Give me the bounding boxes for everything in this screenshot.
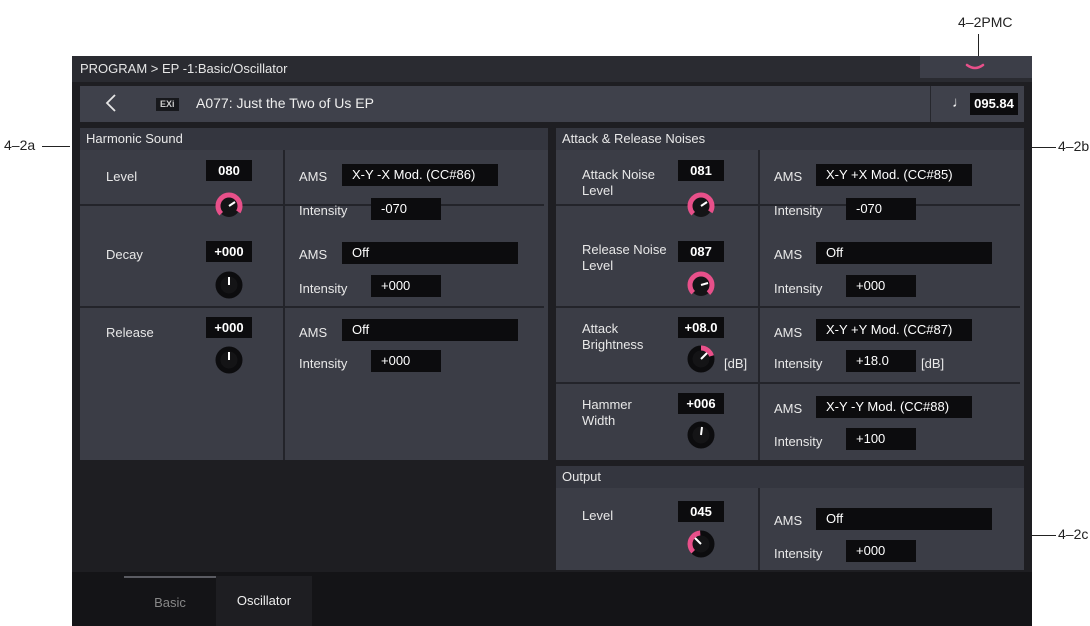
level-label: Level: [106, 169, 138, 184]
release-noise-level-label: Release Noise Level: [582, 242, 667, 273]
attack-noise-intensity-label: Intensity: [774, 203, 823, 218]
decay-intensity-value[interactable]: +000: [371, 275, 441, 297]
harmonic-col-divider: [283, 150, 285, 460]
release-ams-label: AMS: [299, 325, 328, 340]
hammer-width-ams-label: AMS: [774, 401, 803, 416]
knob-icon[interactable]: [684, 527, 718, 561]
callout-4-2b-line: [1032, 147, 1056, 148]
decay-intensity-label: Intensity: [299, 281, 348, 296]
noises-header: Attack & Release Noises: [556, 128, 1024, 150]
program-name[interactable]: A077: Just the Two of Us EP: [196, 95, 374, 111]
knob-icon[interactable]: [684, 268, 718, 302]
level-intensity-label: Intensity: [299, 203, 348, 218]
attack-brightness-intensity-unit: [dB]: [921, 356, 945, 371]
output-header: Output: [556, 466, 1024, 488]
attack-brightness-intensity-value[interactable]: +18.0: [846, 350, 916, 372]
output-ams-label: AMS: [774, 513, 803, 528]
noises-row-divider: [556, 382, 1020, 384]
tab-oscillator[interactable]: Oscillator: [216, 576, 312, 626]
program-select-bar: EXi A077: Just the Two of Us EP ♩ 095.84: [80, 86, 1024, 122]
back-button[interactable]: [104, 92, 118, 117]
callout-4-2c-line: [1030, 535, 1056, 536]
attack-noise-level-label: Attack Noise Level: [582, 167, 655, 198]
noises-col-divider: [758, 150, 760, 460]
chevron-down-icon: [965, 63, 985, 70]
release-ams-source[interactable]: Off: [342, 319, 518, 341]
callout-4-2a-line: [42, 146, 70, 147]
hammer-width-intensity-value[interactable]: +100: [846, 428, 916, 450]
release-label: Release: [106, 325, 154, 340]
attack-brightness-value[interactable]: +08.0: [678, 317, 724, 338]
harmonic-row-divider: [80, 306, 544, 308]
output-intensity-label: Intensity: [774, 546, 823, 561]
callout-4-2c: 4–2c: [1058, 526, 1089, 542]
harmonic-sound-panel: [80, 150, 548, 460]
callout-pmc-line: [978, 34, 979, 58]
attack-brightness-intensity-label: Intensity: [774, 356, 823, 371]
attack-noise-intensity-value[interactable]: -070: [846, 198, 916, 220]
attack-noise-ams-source[interactable]: X-Y +X Mod. (CC#85): [816, 164, 972, 186]
quarter-note-icon: ♩: [952, 94, 967, 111]
program-screen: PROGRAM > EP -1:Basic/Oscillator EXi A07…: [72, 56, 1032, 626]
knob-icon[interactable]: [684, 342, 718, 376]
program-type-badge: EXi: [156, 98, 179, 111]
hammer-width-value[interactable]: +006: [678, 393, 724, 414]
callout-pmc: 4–2PMC: [958, 14, 1013, 30]
knob-icon[interactable]: [212, 343, 246, 377]
release-value[interactable]: +000: [206, 317, 252, 338]
decay-ams-source[interactable]: Off: [342, 242, 518, 264]
noises-row-divider: [556, 306, 1020, 308]
attack-noise-ams-label: AMS: [774, 169, 803, 184]
tab-basic[interactable]: Basic: [124, 576, 216, 626]
harmonic-sound-header: Harmonic Sound: [80, 128, 548, 150]
level-ams-label: AMS: [299, 169, 328, 184]
level-value[interactable]: 080: [206, 160, 252, 181]
release-noise-ams-source[interactable]: Off: [816, 242, 992, 264]
breadcrumb: PROGRAM > EP -1:Basic/Oscillator: [80, 61, 288, 76]
output-col-divider: [758, 488, 760, 570]
release-noise-intensity-label: Intensity: [774, 281, 823, 296]
pmc-button[interactable]: [920, 56, 1032, 78]
decay-ams-label: AMS: [299, 247, 328, 262]
tempo-value[interactable]: 095.84: [970, 93, 1018, 115]
output-title: Output: [562, 469, 602, 484]
tempo-divider: [930, 86, 931, 122]
decay-value[interactable]: +000: [206, 241, 252, 262]
output-ams-source[interactable]: Off: [816, 508, 992, 530]
title-bar: PROGRAM > EP -1:Basic/Oscillator: [72, 56, 1032, 82]
attack-brightness-unit: [dB]: [724, 356, 748, 371]
page-tab-bar: Basic Oscillator: [72, 572, 1032, 626]
knob-icon[interactable]: [212, 268, 246, 302]
release-intensity-value[interactable]: +000: [371, 350, 441, 372]
decay-label: Decay: [106, 247, 143, 262]
release-noise-level-value[interactable]: 087: [678, 241, 724, 262]
attack-brightness-ams-source[interactable]: X-Y +Y Mod. (CC#87): [816, 319, 972, 341]
level-ams-source[interactable]: X-Y -X Mod. (CC#86): [342, 164, 498, 186]
level-intensity-value[interactable]: -070: [371, 198, 441, 220]
callout-4-2a: 4–2a: [4, 137, 36, 153]
knob-icon[interactable]: [684, 418, 718, 452]
back-arrow-icon: [105, 94, 116, 112]
release-intensity-label: Intensity: [299, 356, 348, 371]
attack-brightness-ams-label: AMS: [774, 325, 803, 340]
hammer-width-intensity-label: Intensity: [774, 434, 823, 449]
release-noise-intensity-value[interactable]: +000: [846, 275, 916, 297]
callout-4-2b: 4–2b: [1058, 138, 1090, 154]
attack-noise-level-value[interactable]: 081: [678, 160, 724, 181]
output-level-label: Level: [582, 508, 614, 523]
hammer-width-ams-source[interactable]: X-Y -Y Mod. (CC#88): [816, 396, 972, 418]
knob-icon[interactable]: [684, 189, 718, 223]
noises-title: Attack & Release Noises: [562, 131, 706, 146]
knob-icon[interactable]: [212, 189, 246, 223]
output-level-value[interactable]: 045: [678, 501, 724, 522]
harmonic-sound-title: Harmonic Sound: [86, 131, 183, 146]
release-noise-ams-label: AMS: [774, 247, 803, 262]
output-intensity-value[interactable]: +000: [846, 540, 916, 562]
hammer-width-label: Hammer Width: [582, 397, 632, 428]
attack-brightness-label: Attack Brightness: [582, 321, 644, 352]
